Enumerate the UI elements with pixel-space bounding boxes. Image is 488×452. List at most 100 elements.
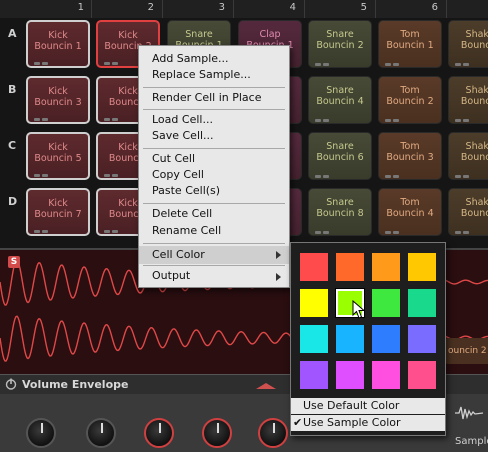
menu-item-cut-cell[interactable]: Cut Cell	[139, 151, 289, 167]
cell-indicator-icon	[315, 170, 331, 178]
menu-item-add-sample[interactable]: Add Sample...	[139, 51, 289, 67]
menu-item-delete-cell[interactable]: Delete Cell	[139, 206, 289, 222]
cell-name-line1: Shake	[465, 85, 488, 96]
cell-name-line1: Snare	[326, 141, 354, 152]
grid-cell[interactable]: Kick Bouncin 1	[26, 20, 90, 68]
cell-context-menu: Add Sample... Replace Sample... Render C…	[138, 45, 290, 288]
grid-cell[interactable]: Snare Bouncin 2	[308, 20, 372, 68]
cell-name-line1: Clap	[259, 29, 281, 40]
grid-cell[interactable]: ShakeBouncin	[448, 188, 488, 236]
menu-item-replace-sample[interactable]: Replace Sample...	[139, 67, 289, 83]
color-swatch[interactable]	[336, 325, 364, 353]
cell-name-line2: Bouncin 8	[316, 208, 364, 219]
grid-cell[interactable]: Tom Bouncin 3	[378, 132, 442, 180]
color-swatch[interactable]	[336, 361, 364, 389]
color-swatch[interactable]	[300, 289, 328, 317]
row-label: A	[8, 27, 17, 40]
cell-name-line1: Shake	[465, 29, 488, 40]
cell-name-line1: Snare	[326, 85, 354, 96]
cell-name-line1: Shake	[465, 141, 488, 152]
cell-indicator-icon	[104, 225, 120, 233]
grid-cell[interactable]: Kick Bouncin 5	[26, 132, 90, 180]
cell-name-line2: Bouncin 4	[316, 96, 364, 107]
color-swatch[interactable]	[372, 253, 400, 281]
menu-item-render-cell[interactable]: Render Cell in Place	[139, 90, 289, 106]
row-label: C	[8, 139, 17, 152]
option-label: Use Default Color	[303, 399, 400, 412]
cell-name-line1: Kick	[48, 142, 68, 153]
color-swatch[interactable]	[408, 253, 436, 281]
column-number: 4	[289, 2, 296, 13]
cell-name-line2: Bouncin 2	[316, 40, 364, 51]
cell-name-line1: Tom	[400, 85, 420, 96]
sample-start-marker[interactable]: S	[8, 256, 20, 268]
column-number: 2	[147, 2, 154, 13]
cell-indicator-icon	[34, 225, 50, 233]
option-use-default-color[interactable]: Use Default Color	[291, 398, 445, 414]
grid-cell[interactable]: Snare Bouncin 6	[308, 132, 372, 180]
sampler-window: 1 2 3 4 5 6 A B C D Kick Bouncin 1 Kick Bou…	[0, 0, 488, 452]
cell-tom-bouncin-2[interactable]: ouncin 2	[444, 338, 488, 364]
option-use-sample-color[interactable]: ✔ Use Sample Color	[291, 415, 445, 431]
color-swatch[interactable]	[408, 325, 436, 353]
sample-tab-label[interactable]: Sample	[455, 436, 488, 447]
menu-item-output[interactable]: Output	[139, 268, 289, 284]
cell-name-line2: Bouncin 3	[34, 97, 82, 108]
cell-indicator-icon	[455, 58, 471, 66]
cell-indicator-icon	[385, 226, 401, 234]
grid-cell[interactable]: Snare Bouncin 4	[308, 76, 372, 124]
color-swatch[interactable]	[408, 289, 436, 317]
grid-cell[interactable]: Kick Bouncin 7	[26, 188, 90, 236]
menu-item-cell-color[interactable]: Cell Color	[139, 246, 289, 264]
sample-waveform-icon[interactable]	[454, 404, 484, 422]
menu-item-save-cell[interactable]: Save Cell...	[139, 128, 289, 144]
cell-name-line1: Snare	[326, 197, 354, 208]
cell-name-line1: Kick	[48, 86, 68, 97]
menu-item-copy-cell[interactable]: Copy Cell	[139, 167, 289, 183]
cell-name-line1: Tom	[400, 141, 420, 152]
power-icon[interactable]	[5, 378, 17, 390]
row-label: B	[8, 83, 17, 96]
cell-name-line2: Bouncin 5	[34, 153, 82, 164]
column-number: 1	[77, 2, 84, 13]
cell-indicator-icon	[104, 169, 120, 177]
grid-cell[interactable]: Snare Bouncin 8	[308, 188, 372, 236]
cell-indicator-icon	[34, 113, 50, 121]
cell-name-line1: Kick	[48, 30, 68, 41]
color-swatch[interactable]	[300, 325, 328, 353]
grid-cell[interactable]: Tom Bouncin 4	[378, 188, 442, 236]
knob[interactable]	[144, 418, 174, 448]
menu-item-paste-cells[interactable]: Paste Cell(s)	[139, 183, 289, 199]
grid-cell[interactable]: Tom Bouncin 2	[378, 76, 442, 124]
column-number: 5	[360, 2, 367, 13]
color-swatch[interactable]	[372, 361, 400, 389]
knob[interactable]	[26, 418, 56, 448]
knob[interactable]	[202, 418, 232, 448]
grid-cell[interactable]: Kick Bouncin 3	[26, 76, 90, 124]
cell-indicator-icon	[315, 114, 331, 122]
cell-name-line2: Bouncin	[460, 96, 488, 107]
color-swatch[interactable]	[300, 361, 328, 389]
color-swatch[interactable]	[372, 325, 400, 353]
color-swatch[interactable]	[336, 253, 364, 281]
mouse-cursor-icon	[352, 300, 366, 319]
envelope-collapse-icon[interactable]	[256, 383, 276, 389]
cell-name-line2: Bouncin	[460, 40, 488, 51]
cell-name-line2: Bouncin 1	[34, 41, 82, 52]
grid-cell[interactable]: Tom Bouncin 1	[378, 20, 442, 68]
knob[interactable]	[86, 418, 116, 448]
color-swatch[interactable]	[408, 361, 436, 389]
cell-name-line2: Bouncin 1	[386, 40, 434, 51]
grid-cell[interactable]: ShakeBouncin	[448, 132, 488, 180]
checkmark-icon: ✔	[293, 416, 303, 429]
menu-item-rename-cell[interactable]: Rename Cell	[139, 223, 289, 239]
cell-color-submenu: Use Default Color ✔ Use Sample Color	[290, 242, 446, 436]
color-swatch[interactable]	[300, 253, 328, 281]
cell-name-line1: Kick	[48, 198, 68, 209]
grid-cell[interactable]: ShakeBouncin	[448, 20, 488, 68]
knob[interactable]	[258, 418, 288, 448]
menu-item-load-cell[interactable]: Load Cell...	[139, 112, 289, 128]
menu-item-label: Output	[152, 269, 191, 282]
grid-cell[interactable]: ShakeBouncin	[448, 76, 488, 124]
color-swatch[interactable]	[372, 289, 400, 317]
